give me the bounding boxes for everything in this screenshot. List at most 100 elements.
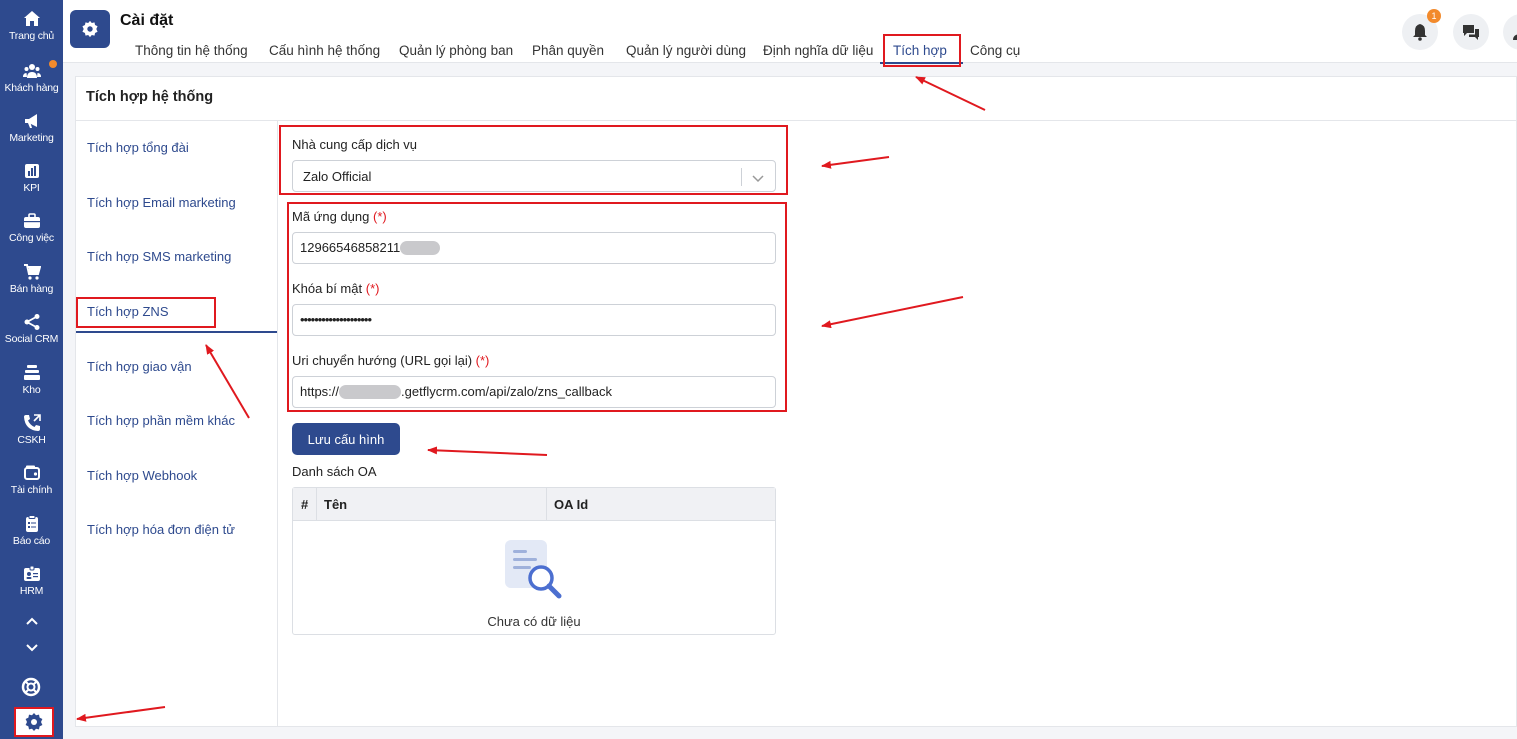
chevron-down-icon: [25, 644, 38, 652]
sidebar-item-label: CSKH: [17, 434, 46, 446]
annotation-box-subnav: [76, 297, 216, 328]
divider: [76, 120, 1517, 121]
sidebar-item-label: Khách hàng: [4, 82, 59, 94]
chat-icon: [1463, 25, 1479, 40]
app-root: Trang chủ Khách hàng Marketing KPI Công …: [0, 0, 1517, 739]
wallet-icon: [23, 465, 40, 480]
settings-button[interactable]: [14, 707, 54, 737]
tab-data-definition[interactable]: Định nghĩa dữ liệu: [763, 43, 873, 58]
megaphone-icon: [24, 114, 37, 128]
column-header-oa-id: OA Id: [554, 497, 589, 512]
phone-icon: [23, 414, 41, 431]
redacted-blur: [400, 240, 441, 255]
warehouse-icon: [23, 365, 40, 380]
users-icon: [22, 64, 41, 78]
clipboard-icon: [25, 515, 38, 532]
subnav-webhook[interactable]: Tích hợp Webhook: [87, 468, 197, 483]
sidebar-item-label: HRM: [19, 585, 44, 597]
divider: [741, 168, 742, 186]
user-icon: [1513, 34, 1517, 40]
sidebar-item-label: Tài chính: [10, 484, 53, 496]
sidebar-item-tasks[interactable]: Công việc: [0, 212, 63, 260]
subnav-sms-marketing[interactable]: Tích hợp SMS marketing: [87, 249, 231, 264]
sidebar-item-customers[interactable]: Khách hàng: [0, 62, 63, 110]
app-id-label: Mã ứng dụng (*): [292, 209, 387, 224]
help-button[interactable]: [21, 677, 41, 697]
oa-list-title: Danh sách OA: [292, 464, 377, 479]
subnav-shipping[interactable]: Tích hợp giao vận: [87, 359, 192, 374]
active-subnav-indicator: [76, 331, 277, 333]
messages-button[interactable]: [1453, 14, 1489, 50]
chart-icon: [24, 164, 39, 178]
sidebar-item-label: Social CRM: [4, 333, 59, 345]
briefcase-icon: [23, 213, 40, 228]
provider-label: Nhà cung cấp dịch vụ: [292, 137, 418, 152]
sidebar-item-finance[interactable]: Tài chính: [0, 464, 63, 512]
app-id-input[interactable]: 12966546858211: [292, 232, 776, 264]
bell-icon: [1413, 24, 1427, 41]
gear-icon: [25, 713, 43, 731]
table-header: # Tên OA Id: [293, 488, 775, 521]
redirect-uri-label: Uri chuyển hướng (URL gọi lại) (*): [292, 353, 490, 368]
sidebar-item-reports[interactable]: Báo cáo: [0, 515, 63, 563]
divider: [277, 121, 278, 728]
footer-strip: [63, 727, 1517, 739]
oa-table: # Tên OA Id Chưa có dữ liệu: [292, 487, 776, 635]
tab-system-info[interactable]: Thông tin hệ thống: [135, 43, 248, 58]
subnav-e-invoice[interactable]: Tích hợp hóa đơn điện tử: [87, 522, 235, 537]
notification-badge: 1: [1427, 9, 1441, 23]
home-icon: [23, 11, 40, 26]
subnav-other-software[interactable]: Tích hợp phần mềm khác: [87, 413, 235, 428]
sidebar-item-label: Công việc: [9, 232, 54, 244]
sidebar-item-home[interactable]: Trang chủ: [0, 10, 63, 58]
subnav-call-center[interactable]: Tích hợp tổng đài: [87, 140, 189, 155]
id-card-icon: [23, 565, 40, 581]
annotation-box-tab: [883, 34, 961, 67]
empty-data-icon: [505, 540, 562, 599]
sidebar-item-hrm[interactable]: HRM: [0, 565, 63, 613]
chevron-up-icon: [25, 617, 38, 625]
sidebar-item-label: Kho: [22, 384, 41, 396]
redacted-blur: [339, 384, 402, 399]
sidebar-item-social-crm[interactable]: Social CRM: [0, 313, 63, 361]
subnav-email-marketing[interactable]: Tích hợp Email marketing: [87, 195, 236, 210]
tab-permissions[interactable]: Phân quyền: [532, 43, 604, 58]
tab-departments[interactable]: Quản lý phòng ban: [399, 43, 513, 58]
scroll-down-button[interactable]: [0, 637, 63, 659]
sidebar-item-marketing[interactable]: Marketing: [0, 112, 63, 160]
divider: [546, 488, 547, 521]
panel-title: Tích hợp hệ thống: [86, 89, 214, 105]
sidebar-item-label: KPI: [23, 182, 40, 194]
share-icon: [24, 314, 39, 330]
tab-tools[interactable]: Công cụ: [970, 43, 1020, 58]
sidebar-item-kpi[interactable]: KPI: [0, 162, 63, 210]
gear-icon: [82, 20, 98, 38]
sidebar-item-label: Báo cáo: [12, 535, 51, 547]
column-header-name: Tên: [324, 497, 348, 512]
tab-system-config[interactable]: Cấu hình hệ thống: [269, 43, 380, 58]
provider-value: Zalo Official: [303, 169, 372, 184]
settings-page-icon: [70, 10, 110, 48]
tab-users[interactable]: Quản lý người dùng: [626, 43, 746, 58]
sidebar-item-customer-care[interactable]: CSKH: [0, 414, 63, 462]
app-id-value: 12966546858211: [300, 240, 401, 255]
provider-select[interactable]: Zalo Official: [292, 160, 776, 192]
redirect-uri-input[interactable]: https://.getflycrm.com/api/zalo/zns_call…: [292, 376, 776, 408]
sidebar-item-label: Marketing: [9, 132, 54, 144]
scroll-up-button[interactable]: [0, 610, 63, 632]
secret-input[interactable]: ••••••••••••••••••••: [292, 304, 776, 336]
empty-state-text: Chưa có dữ liệu: [487, 614, 581, 629]
sidebar-item-warehouse[interactable]: Kho: [0, 364, 63, 412]
sidebar-item-label: Bán hàng: [9, 283, 54, 295]
column-header-index: #: [301, 497, 309, 512]
divider: [316, 488, 317, 521]
sidebar: Trang chủ Khách hàng Marketing KPI Công …: [0, 0, 63, 739]
chevron-down-icon: [752, 175, 764, 183]
cart-icon: [23, 264, 41, 280]
secret-label: Khóa bí mật (*): [292, 281, 380, 296]
sidebar-item-label: Trang chủ: [8, 30, 55, 42]
notification-dot: [49, 60, 57, 68]
save-config-button[interactable]: Lưu cấu hình: [292, 423, 400, 455]
sidebar-item-sales[interactable]: Bán hàng: [0, 263, 63, 311]
lifebuoy-icon: [21, 677, 41, 697]
